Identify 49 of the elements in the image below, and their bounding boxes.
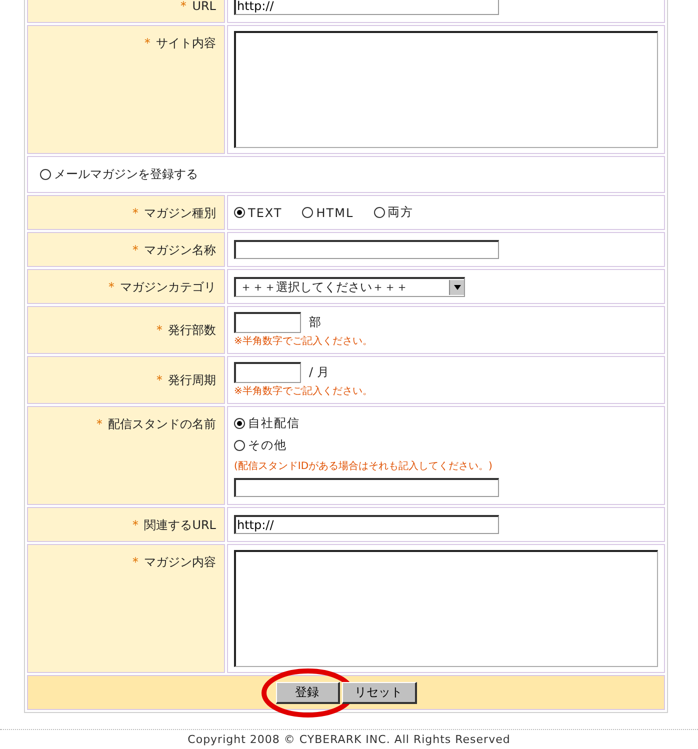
form-button[interactable]: リセット	[342, 682, 416, 704]
form-button[interactable]: 登録	[276, 682, 340, 704]
radio-button[interactable]	[234, 440, 245, 451]
hint-text: ※半角数字でご記入ください。	[234, 334, 374, 348]
hint-text: (配信スタンドIDがある場合はそれも記入してください。)	[234, 460, 492, 473]
radio-label: その他	[248, 437, 287, 454]
field-label: 発行部数	[168, 323, 216, 337]
field-label: マガジン種別	[144, 206, 216, 220]
required-mark: ＊	[105, 280, 118, 294]
radio-button[interactable]	[302, 207, 314, 218]
option-label: メールマガジンを登録する	[54, 166, 198, 183]
radio-button[interactable]	[234, 207, 245, 218]
field-label: サイト内容	[156, 36, 216, 50]
field-label: 関連するURL	[144, 518, 216, 532]
number-field[interactable]	[234, 362, 301, 383]
required-mark: ＊	[141, 36, 154, 51]
hint-text: ※半角数字でご記入ください。	[234, 384, 374, 398]
text-field[interactable]: http://	[234, 0, 499, 15]
required-mark: ＊	[129, 242, 142, 258]
field-label: マガジンカテゴリ	[120, 280, 216, 294]
required-mark: ＊	[177, 0, 190, 14]
copyright-text: Copyright 2008 © CYBERARK INC. All Rights Reserved	[188, 733, 510, 746]
category-dropdown[interactable]: ＋＋＋選択してください＋＋＋	[234, 276, 465, 296]
field-label: 配信スタンドの名前	[108, 417, 216, 431]
required-mark: ＊	[129, 206, 142, 220]
radio-label: 自社配信	[248, 415, 300, 432]
text-area[interactable]	[234, 31, 658, 148]
radio-label: TEXT	[248, 206, 282, 220]
text-field[interactable]	[234, 478, 499, 497]
text-field[interactable]: http://	[234, 515, 499, 534]
required-mark: ＊	[129, 555, 142, 570]
unit-label: 部	[309, 314, 321, 331]
radio-label: 両方	[388, 204, 414, 221]
radio-label: HTML	[316, 206, 354, 220]
text-area[interactable]	[234, 550, 658, 667]
text-field[interactable]	[234, 240, 499, 259]
required-mark: ＊	[153, 323, 166, 338]
unit-label: / 月	[309, 364, 329, 381]
required-mark: ＊	[129, 518, 142, 532]
field-label: 発行周期	[168, 373, 216, 387]
field-label: URL	[192, 0, 216, 12]
required-mark: ＊	[153, 373, 166, 388]
number-field[interactable]	[234, 312, 301, 333]
required-mark: ＊	[93, 417, 106, 432]
field-label: マガジン内容	[144, 555, 216, 569]
radio-button[interactable]	[40, 169, 51, 180]
field-label: マガジン名称	[144, 242, 216, 256]
radio-button[interactable]	[234, 418, 245, 429]
radio-button[interactable]	[374, 207, 385, 218]
